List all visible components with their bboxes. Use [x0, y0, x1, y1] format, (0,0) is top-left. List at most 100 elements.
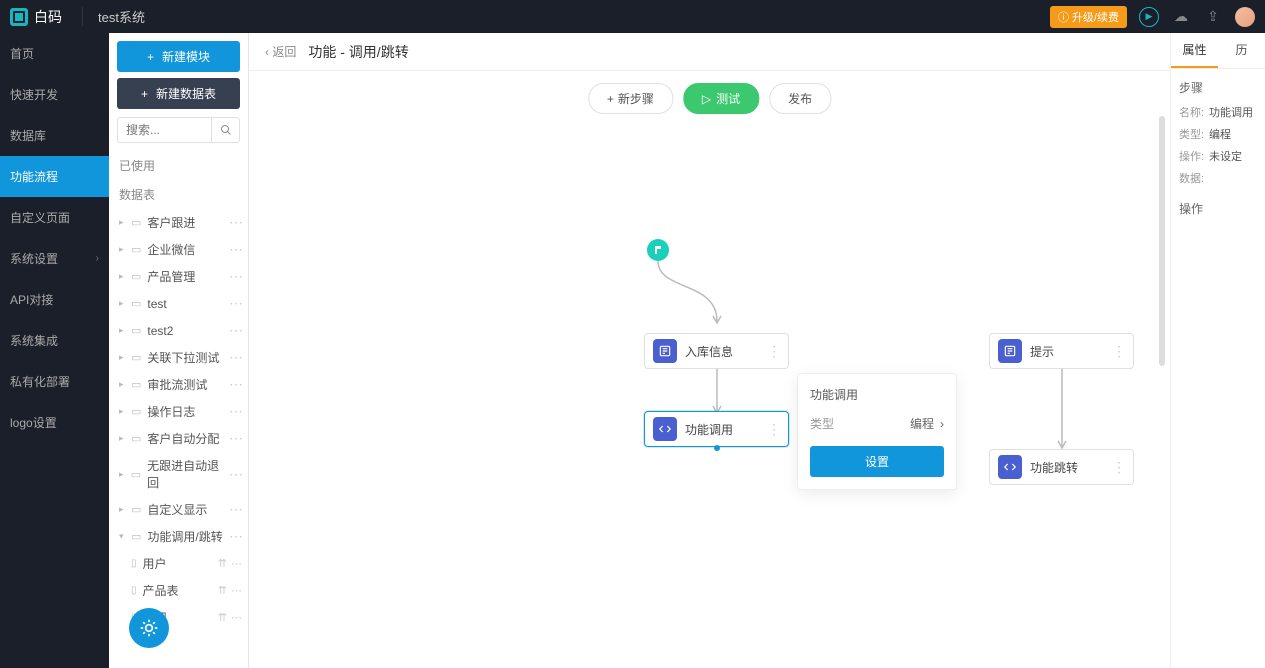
tree-item[interactable]: ▸▭自定义显示⋯	[109, 496, 248, 523]
sidebar: +新建模块 +新建数据表 已使用 数据表 ▸▭客户跟进⋯ ▸▭企业微信⋯ ▸▭产…	[109, 33, 249, 668]
new-step-button[interactable]: +新步骤	[588, 83, 673, 114]
export-icon[interactable]: ⇪	[1203, 7, 1223, 27]
tree-item[interactable]: ▸▭test⋯	[109, 290, 248, 317]
main: ‹ 返回 功能 - 调用/跳转 +新步骤 ▷测试 发布 入库信息 ⋮	[249, 33, 1170, 668]
more-icon[interactable]: ⋯	[231, 584, 242, 597]
edit-icon[interactable]: ⇈	[218, 611, 227, 624]
nav-api[interactable]: API对接	[0, 279, 109, 320]
brand-label: 白码	[34, 7, 62, 27]
more-icon[interactable]: ⋯	[229, 295, 242, 312]
tree-item[interactable]: ▸▭无跟进自动退回⋯	[109, 452, 248, 496]
help-fab[interactable]	[129, 608, 169, 648]
more-icon[interactable]: ⋯	[229, 268, 242, 285]
tree-item[interactable]: ▸▭产品管理⋯	[109, 263, 248, 290]
nav-privatedeploy[interactable]: 私有化部署	[0, 361, 109, 402]
node-more-icon[interactable]: ⋮	[1112, 343, 1125, 360]
more-icon[interactable]: ⋯	[229, 466, 242, 483]
node-label: 提示	[1030, 343, 1104, 360]
popover-type-value: 编程	[910, 415, 934, 432]
upgrade-label: 升级/续费	[1072, 9, 1119, 25]
new-module-button[interactable]: +新建模块	[117, 41, 240, 72]
folder-icon: ▭	[131, 324, 141, 337]
more-icon[interactable]: ⋯	[229, 241, 242, 258]
settings-button[interactable]: 设置	[810, 446, 944, 477]
avatar[interactable]	[1235, 7, 1255, 27]
tree-item[interactable]: ▸▭关联下拉测试⋯	[109, 344, 248, 371]
tree-item[interactable]: ▸▭审批流测试⋯	[109, 371, 248, 398]
main-header: ‹ 返回 功能 - 调用/跳转	[249, 33, 1170, 71]
section-used: 已使用	[109, 151, 248, 180]
tree-item[interactable]: ▸▭企业微信⋯	[109, 236, 248, 263]
tree-item[interactable]: ▾▭功能调用/跳转⋯	[109, 523, 248, 550]
popover-type-row[interactable]: 类型 编程›	[810, 415, 944, 432]
rightpanel: 属性 历 步骤 名称:功能调用 类型:编程 操作:未设定 数据: 操作	[1170, 33, 1265, 668]
nav-home[interactable]: 首页	[0, 33, 109, 74]
tab-history[interactable]: 历	[1218, 33, 1265, 68]
logo-icon	[10, 8, 28, 26]
nav-logo[interactable]: logo设置	[0, 402, 109, 443]
file-icon: ▯	[131, 585, 137, 596]
upgrade-button[interactable]: ⓘ 升级/续费	[1050, 6, 1127, 28]
more-icon[interactable]: ⋯	[231, 611, 242, 624]
flow-node-call[interactable]: 功能调用 ⋮	[644, 411, 789, 447]
breadcrumb: 功能 - 调用/跳转	[308, 42, 408, 62]
edge	[1054, 369, 1074, 454]
tree-file[interactable]: ▯用户⇈⋯	[109, 550, 248, 577]
node-more-icon[interactable]: ⋮	[767, 343, 780, 360]
props-section-actions: 操作	[1179, 200, 1257, 217]
more-icon[interactable]: ⋯	[229, 403, 242, 420]
node-handle[interactable]	[714, 445, 720, 451]
tab-properties[interactable]: 属性	[1171, 33, 1218, 68]
node-label: 功能调用	[685, 421, 759, 438]
popover-type-label: 类型	[810, 415, 834, 432]
more-icon[interactable]: ⋯	[229, 322, 242, 339]
edit-icon[interactable]: ⇈	[218, 584, 227, 597]
node-more-icon[interactable]: ⋮	[1112, 459, 1125, 476]
nav-custompage[interactable]: 自定义页面	[0, 197, 109, 238]
more-icon[interactable]: ⋯	[229, 376, 242, 393]
leftnav: 首页 快速开发 数据库 功能流程 自定义页面 系统设置› API对接 系统集成 …	[0, 33, 109, 668]
tree-item[interactable]: ▸▭test2⋯	[109, 317, 248, 344]
more-icon[interactable]: ⋯	[229, 430, 242, 447]
edge	[647, 261, 727, 341]
start-node[interactable]	[647, 239, 669, 261]
canvas[interactable]: 入库信息 ⋮ 功能调用 ⋮ 功能调用 类型 编程› 设置	[249, 71, 1170, 668]
folder-icon: ▭	[131, 270, 141, 283]
nav-quickdev[interactable]: 快速开发	[0, 74, 109, 115]
nav-database[interactable]: 数据库	[0, 115, 109, 156]
folder-icon: ▭	[131, 351, 141, 364]
prop-row: 类型:编程	[1179, 126, 1257, 142]
nav-flow[interactable]: 功能流程	[0, 156, 109, 197]
tree-file[interactable]: ▯产品表⇈⋯	[109, 577, 248, 604]
cloud-icon[interactable]: ☁	[1171, 7, 1191, 27]
plus-icon: +	[607, 92, 614, 106]
tree-item[interactable]: ▸▭操作日志⋯	[109, 398, 248, 425]
prop-row: 操作:未设定	[1179, 148, 1257, 164]
flow-node-inbound[interactable]: 入库信息 ⋮	[644, 333, 789, 369]
flow-node-jump[interactable]: 功能跳转 ⋮	[989, 449, 1134, 485]
edit-icon[interactable]: ⇈	[218, 557, 227, 570]
play-icon[interactable]: ▶	[1139, 7, 1159, 27]
new-table-button[interactable]: +新建数据表	[117, 78, 240, 109]
more-icon[interactable]: ⋯	[229, 214, 242, 231]
tree-item[interactable]: ▸▭客户跟进⋯	[109, 209, 248, 236]
folder-icon: ▭	[131, 378, 141, 391]
popover-title: 功能调用	[810, 386, 944, 403]
scrollbar[interactable]	[1159, 116, 1165, 366]
publish-button[interactable]: 发布	[769, 83, 831, 114]
search-icon[interactable]	[211, 118, 239, 142]
flow-node-tip[interactable]: 提示 ⋮	[989, 333, 1134, 369]
more-icon[interactable]: ⋯	[229, 528, 242, 545]
more-icon[interactable]: ⋯	[231, 557, 242, 570]
brand-logo[interactable]: 白码	[10, 7, 62, 27]
search-input[interactable]	[118, 118, 211, 142]
back-button[interactable]: ‹ 返回	[265, 43, 296, 60]
test-button[interactable]: ▷测试	[683, 83, 759, 114]
more-icon[interactable]: ⋯	[229, 349, 242, 366]
folder-icon: ▭	[131, 530, 141, 543]
nav-systemsettings[interactable]: 系统设置›	[0, 238, 109, 279]
nav-integration[interactable]: 系统集成	[0, 320, 109, 361]
tree-item[interactable]: ▸▭客户自动分配⋯	[109, 425, 248, 452]
node-more-icon[interactable]: ⋮	[767, 421, 780, 438]
more-icon[interactable]: ⋯	[229, 501, 242, 518]
